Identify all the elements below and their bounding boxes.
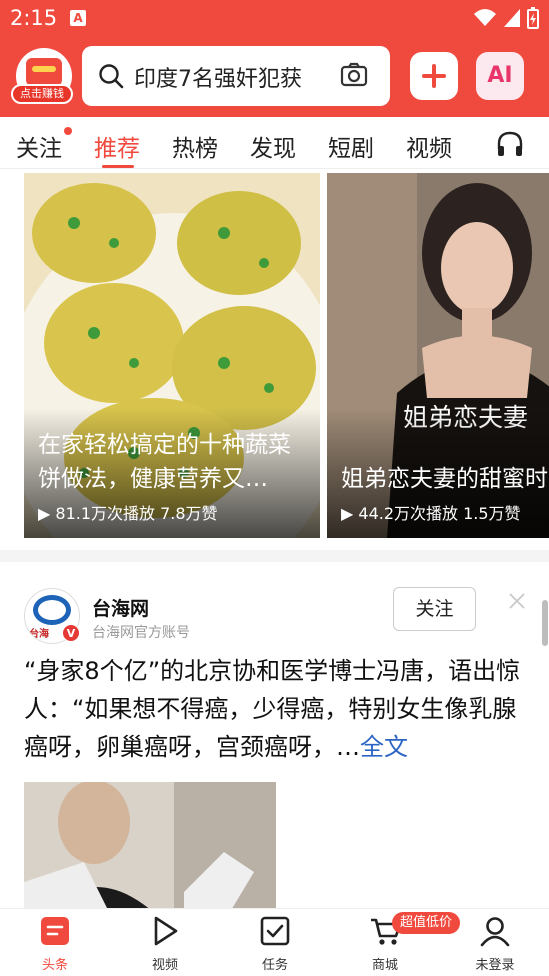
wallet-icon xyxy=(26,58,62,86)
video-title: 在家轻松搞定的十种蔬菜饼做法，健康营养又… xyxy=(38,432,291,492)
scrollbar[interactable] xyxy=(542,600,548,646)
tab-recommend[interactable]: 推荐 xyxy=(94,129,140,163)
task-icon xyxy=(260,916,290,946)
author-name[interactable]: 台海网 xyxy=(92,594,149,621)
mall-promo-badge: 超值低价 xyxy=(392,912,461,934)
tab-video[interactable]: 视频 xyxy=(406,129,452,163)
avatar-text: 台海 xyxy=(29,629,49,640)
article-headline[interactable]: “身家8个亿”的北京协和医学博士冯唐，语出惊人：“如果想不得癌，少得癌，特别女生… xyxy=(24,652,529,766)
status-icons xyxy=(473,7,539,29)
article-photo xyxy=(24,782,276,908)
search-icon xyxy=(99,64,124,89)
top-header: 2:15 A 点击赚钱 印度7名强奸犯获 AI xyxy=(0,0,549,117)
bottom-navigation: 头条 视频 任务 商城 未登录 xyxy=(0,908,549,976)
video-card-row: 在家轻松搞定的十种蔬菜饼做法，健康营养又… ▶ 81.1万次播放 7.8万赞 姐… xyxy=(0,170,549,539)
video-card[interactable]: 姐弟恋夫妻 姐弟恋夫妻的甜蜜时 ▶ 44.2万次播放 1.5万赞 xyxy=(327,173,549,538)
status-time: 2:15 xyxy=(10,6,58,30)
status-bar: 2:15 A xyxy=(0,0,549,38)
nav-profile[interactable]: 未登录 xyxy=(455,909,535,976)
nav-video[interactable]: 视频 xyxy=(125,909,205,976)
search-query: 印度7名强奸犯获 xyxy=(134,67,302,92)
tab-hot[interactable]: 热榜 xyxy=(172,129,218,163)
follow-button[interactable]: 关注 xyxy=(393,587,476,631)
article-card[interactable]: 台海 V 台海网 台海网官方账号 关注 “身家8个亿”的北京协和医学博士冯唐，语… xyxy=(0,562,549,908)
nav-label: 视频 xyxy=(151,958,178,973)
tab-discover[interactable]: 发现 xyxy=(250,129,296,163)
nav-label: 未登录 xyxy=(475,958,515,973)
video-card[interactable]: 在家轻松搞定的十种蔬菜饼做法，健康营养又… ▶ 81.1万次播放 7.8万赞 xyxy=(24,173,320,538)
article-image[interactable] xyxy=(24,782,276,908)
video-stats: ▶ 81.1万次播放 7.8万赞 xyxy=(38,504,218,523)
headphone-icon[interactable] xyxy=(496,131,524,157)
avatar-logo-icon xyxy=(33,595,71,625)
channel-tabs: 关注 推荐 热榜 发现 短剧 视频 xyxy=(0,117,549,169)
search-input[interactable]: 印度7名强奸犯获 xyxy=(82,46,390,106)
active-tab-indicator xyxy=(102,165,134,168)
nav-label: 头条 xyxy=(41,958,68,973)
verified-badge: V xyxy=(62,624,80,642)
video-stats: ▶ 44.2万次播放 1.5万赞 xyxy=(341,504,521,523)
battery-icon xyxy=(527,7,539,29)
user-icon xyxy=(480,917,510,947)
earn-money-label[interactable]: 点击赚钱 xyxy=(11,84,73,104)
nav-label: 商城 xyxy=(371,958,398,973)
play-icon xyxy=(154,916,178,946)
nav-label: 任务 xyxy=(261,958,288,973)
headline-icon xyxy=(41,917,69,945)
tab-follow[interactable]: 关注 xyxy=(16,129,62,163)
notification-icon: A xyxy=(70,10,86,26)
read-more-link[interactable]: 全文 xyxy=(360,733,408,761)
nav-task[interactable]: 任务 xyxy=(235,909,315,976)
video-title: 姐弟恋夫妻的甜蜜时 xyxy=(341,466,548,492)
close-icon[interactable] xyxy=(508,592,526,610)
headline-text: “身家8个亿”的北京协和医学博士冯唐，语出惊人：“如果想不得癌，少得癌，特别女生… xyxy=(24,657,521,761)
camera-icon[interactable] xyxy=(340,62,368,88)
unread-dot xyxy=(64,127,72,135)
app-screen: 2:15 A 点击赚钱 印度7名强奸犯获 AI 关注 推荐 热榜 发现 短剧 视… xyxy=(0,0,549,976)
tab-short-drama[interactable]: 短剧 xyxy=(328,129,374,163)
signal-icon xyxy=(504,9,520,27)
section-divider xyxy=(0,550,549,562)
ai-button[interactable]: AI xyxy=(476,52,524,100)
publish-button[interactable] xyxy=(410,52,458,100)
wifi-icon xyxy=(474,9,496,26)
author-subtitle: 台海网官方账号 xyxy=(92,625,190,641)
nav-headline[interactable]: 头条 xyxy=(15,909,95,976)
